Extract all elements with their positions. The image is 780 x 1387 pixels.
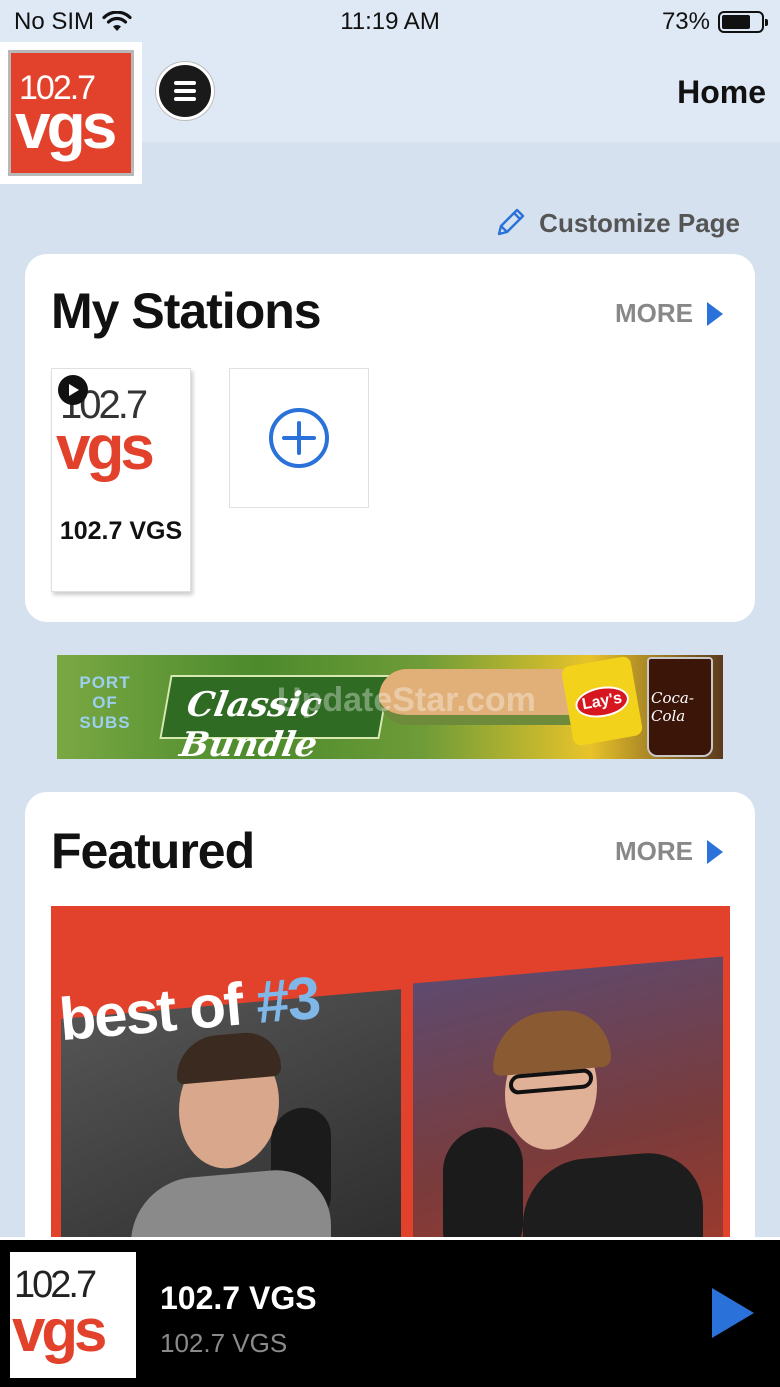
drink-brand: Coca-Cola	[651, 689, 694, 725]
station-logo: 102.7 vgs	[8, 50, 134, 176]
play-icon[interactable]	[58, 375, 88, 405]
menu-line	[174, 97, 196, 101]
menu-line	[174, 81, 196, 85]
ad-brand-line: SUBS	[79, 713, 131, 732]
add-station-button[interactable]	[229, 368, 369, 508]
microphone-image	[443, 1123, 523, 1246]
host-photo-right	[413, 956, 723, 1246]
drink-image: Coca-Cola	[647, 657, 713, 757]
my-stations-card: My Stations MORE 102.7 vgs 102.7 VGS	[25, 254, 755, 622]
host-shirt	[523, 1148, 703, 1246]
host-shirt	[131, 1165, 331, 1246]
ad-banner[interactable]: PORT OF SUBS Classic Bundle Lay's Coca-C…	[57, 655, 723, 759]
chips-image: Lay's	[560, 655, 644, 747]
station-tile[interactable]: 102.7 vgs 102.7 VGS	[51, 368, 191, 592]
my-stations-more-button[interactable]: MORE	[615, 298, 725, 329]
hamburger-menu-button[interactable]	[156, 62, 214, 120]
ad-brand: PORT OF SUBS	[71, 673, 139, 733]
page-title: Home	[677, 74, 766, 110]
ad-brand-line: OF	[92, 693, 118, 712]
tile-callsign: vgs	[56, 414, 155, 483]
station-logo-button[interactable]: 102.7 vgs	[0, 42, 142, 184]
player-subtitle: 102.7 VGS	[160, 1328, 288, 1358]
logo-callsign: vgs	[15, 90, 117, 162]
featured-title: Featured	[51, 823, 255, 879]
mini-player[interactable]: 102.7 vgs 102.7 VGS 102.7 VGS	[0, 1237, 780, 1387]
featured-card: Featured MORE best of #3	[25, 792, 755, 1312]
status-right: 73%	[661, 8, 768, 36]
more-label: MORE	[615, 298, 693, 328]
player-station-logo: 102.7 vgs	[10, 1252, 136, 1378]
battery-percent: 73%	[661, 8, 710, 35]
customize-page-link[interactable]: Customize Page	[493, 206, 740, 240]
host-hair	[493, 1006, 611, 1077]
player-title: 102.7 VGS	[160, 1280, 317, 1316]
my-stations-title: My Stations	[51, 283, 322, 339]
more-label: MORE	[615, 836, 693, 866]
featured-more-button[interactable]: MORE	[615, 836, 725, 867]
play-arrow-icon	[707, 839, 723, 864]
plus-circle-icon	[269, 408, 329, 468]
chips-brand: Lay's	[572, 682, 632, 722]
battery-icon	[718, 11, 768, 33]
station-name: 102.7 VGS	[59, 517, 183, 545]
play-icon[interactable]	[708, 1286, 756, 1340]
featured-image-number: #3	[253, 963, 322, 1037]
status-bar: No SIM 11:19 AM 73%	[0, 0, 780, 44]
play-arrow-icon	[707, 301, 723, 326]
watermark: UpdateStar.com	[277, 681, 536, 719]
customize-label: Customize Page	[539, 207, 740, 238]
featured-image[interactable]: best of #3	[51, 906, 730, 1246]
menu-line	[174, 89, 196, 93]
player-logo-callsign: vgs	[12, 1297, 107, 1364]
ad-brand-line: PORT	[79, 673, 131, 692]
pencil-icon	[497, 208, 525, 236]
